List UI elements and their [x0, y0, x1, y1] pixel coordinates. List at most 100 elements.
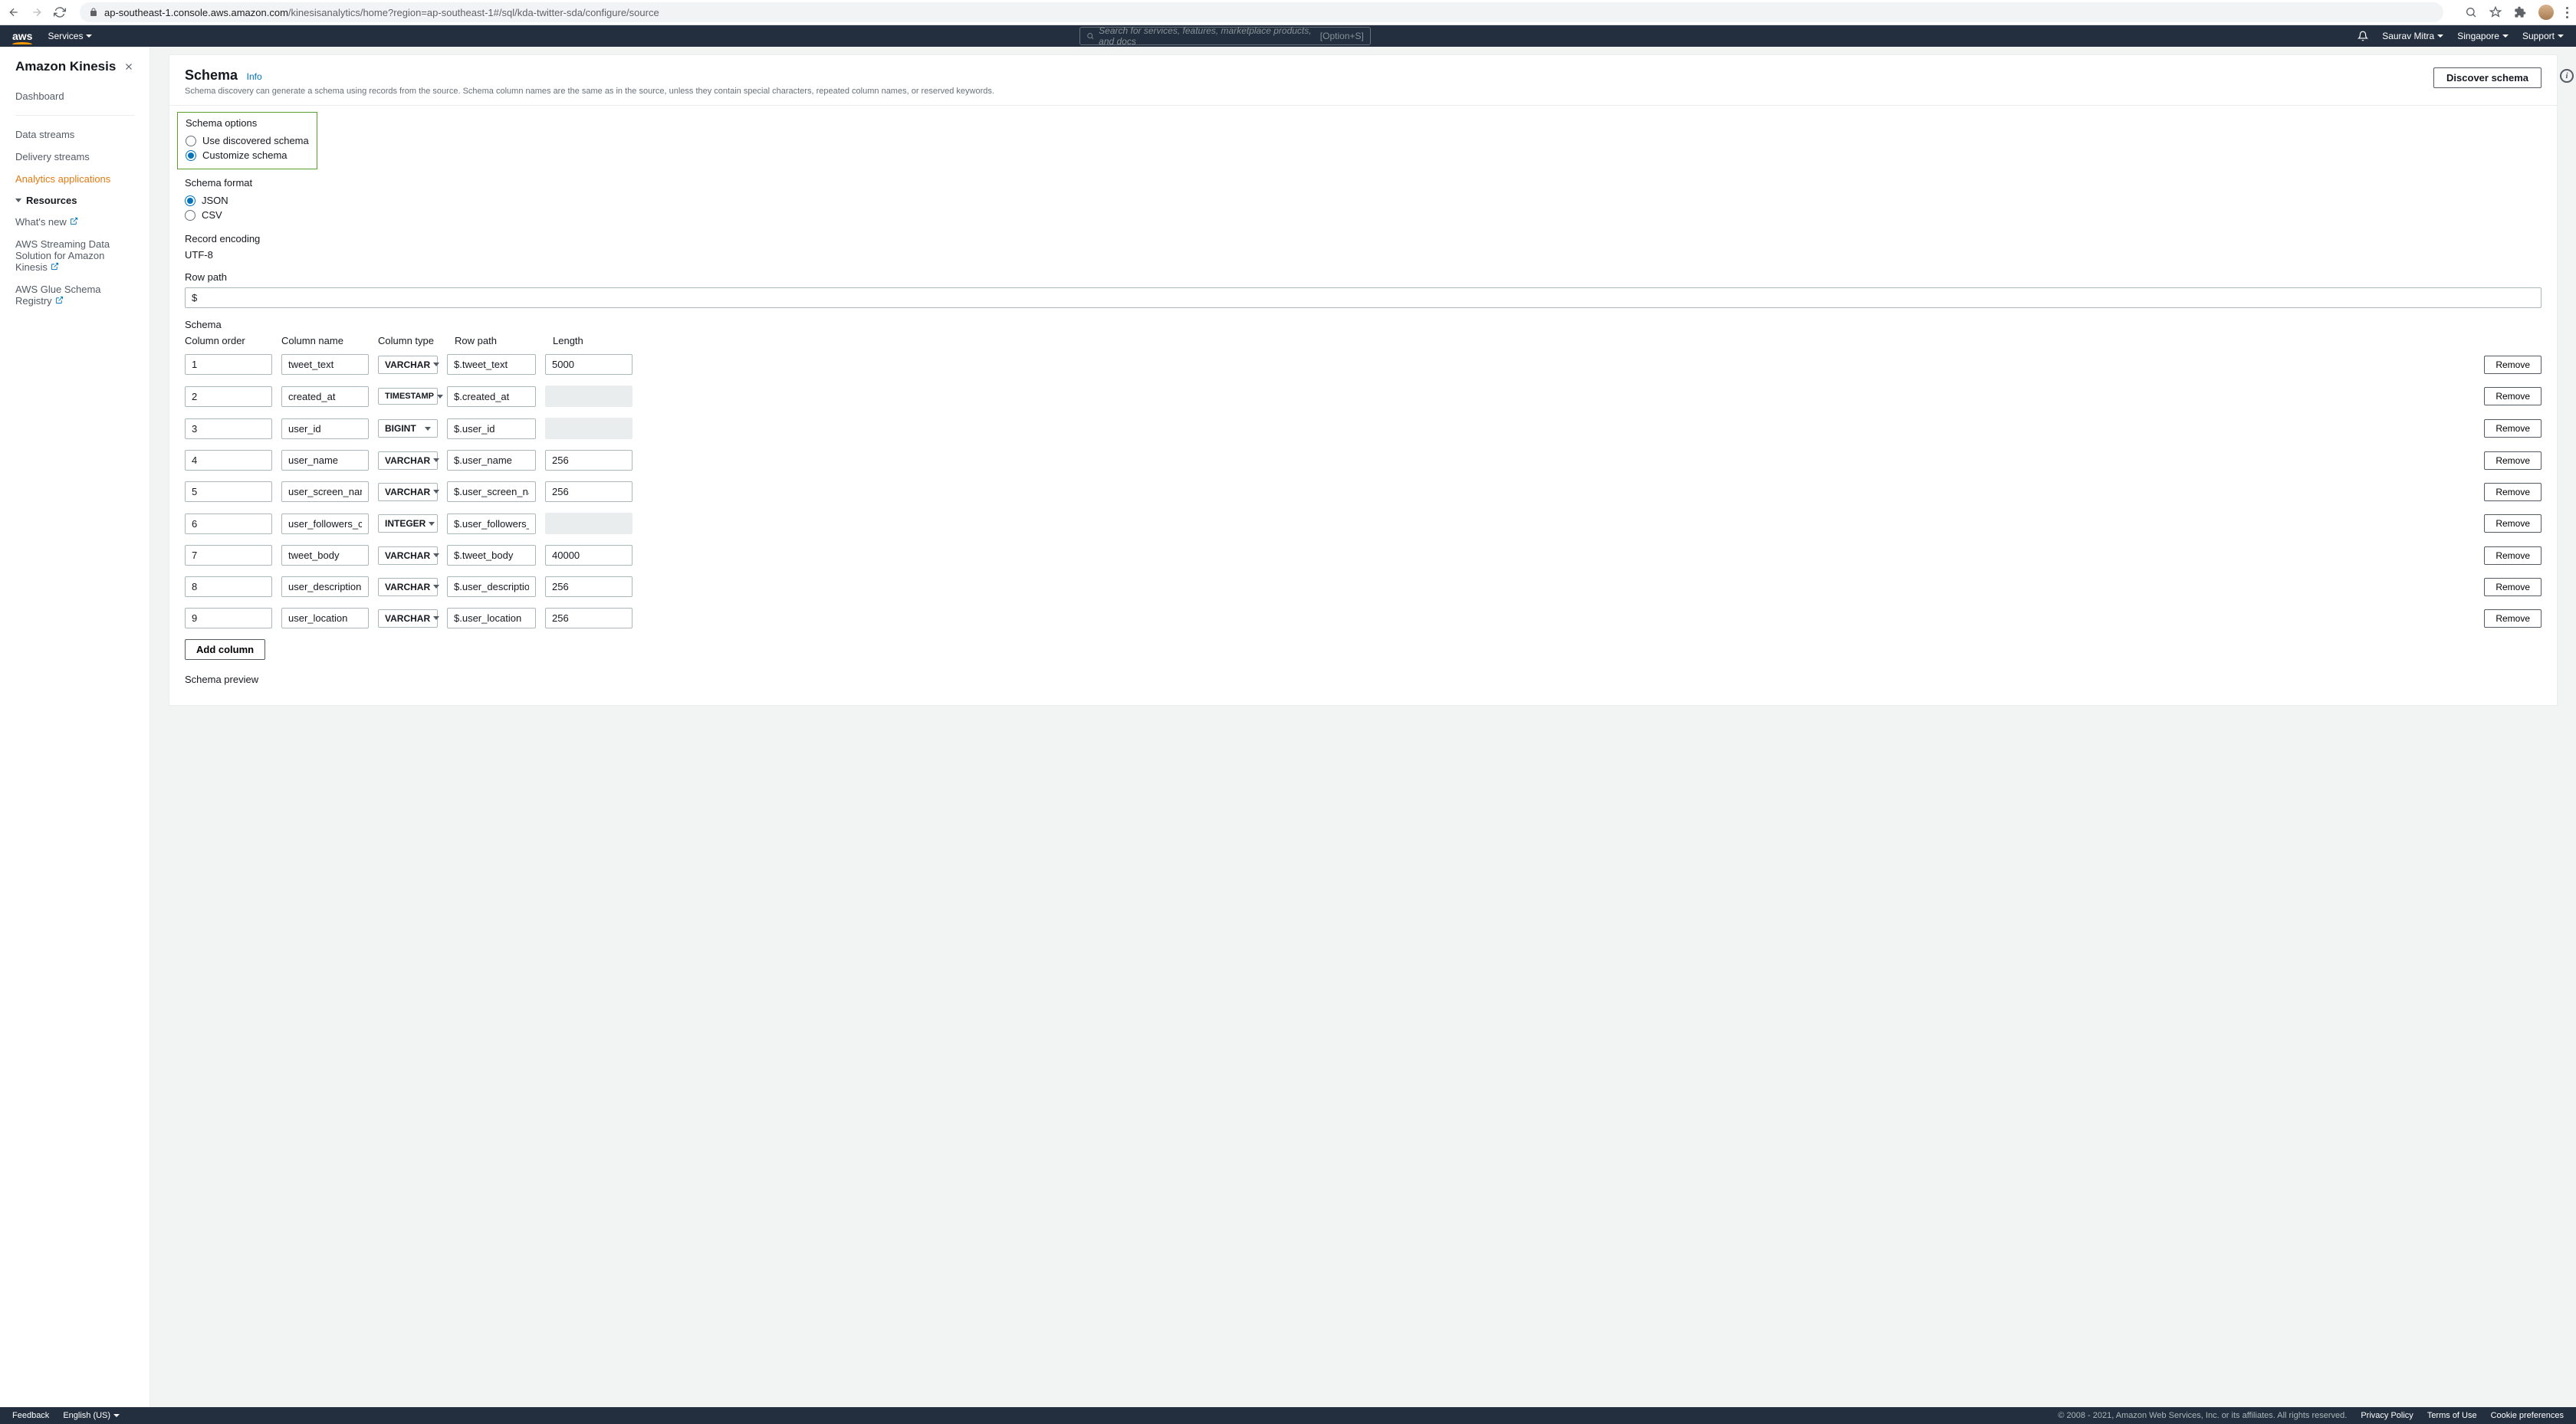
user-menu[interactable]: Saurav Mitra — [2382, 31, 2443, 41]
column-name-input[interactable] — [281, 545, 369, 566]
schema-row: TIMESTAMP Remove — [185, 386, 2542, 407]
column-type-select[interactable]: VARCHAR — [378, 483, 438, 501]
column-path-input[interactable] — [447, 418, 536, 439]
remove-button[interactable]: Remove — [2484, 387, 2542, 405]
column-name-input[interactable] — [281, 418, 369, 439]
column-type-select[interactable]: VARCHAR — [378, 451, 438, 470]
remove-button[interactable]: Remove — [2484, 546, 2542, 565]
schema-preview-label: Schema preview — [185, 674, 2542, 685]
column-order-input[interactable] — [185, 513, 272, 534]
column-order-input[interactable] — [185, 450, 272, 471]
column-order-input[interactable] — [185, 608, 272, 628]
column-order-input[interactable] — [185, 418, 272, 439]
menu-dots-icon[interactable] — [2566, 7, 2568, 18]
column-type-select[interactable]: VARCHAR — [378, 546, 438, 565]
column-type-select[interactable]: TIMESTAMP — [378, 388, 438, 405]
remove-button[interactable]: Remove — [2484, 419, 2542, 438]
remove-button[interactable]: Remove — [2484, 483, 2542, 501]
row-path-input[interactable] — [185, 287, 2542, 308]
column-name-input[interactable] — [281, 450, 369, 471]
column-order-input[interactable] — [185, 354, 272, 375]
info-link[interactable]: Info — [247, 71, 262, 82]
column-name-input[interactable] — [281, 354, 369, 375]
search-icon — [1086, 31, 1094, 41]
cookies-link[interactable]: Cookie preferences — [2491, 1411, 2564, 1420]
extensions-icon[interactable] — [2514, 6, 2526, 18]
info-icon[interactable]: i — [2560, 69, 2574, 83]
sidebar-item-streaming-solution[interactable]: AWS Streaming Data Solution for Amazon K… — [0, 233, 150, 278]
column-path-input[interactable] — [447, 450, 536, 471]
radio-customize-schema[interactable]: Customize schema — [186, 148, 309, 162]
search-input[interactable]: Search for services, features, marketpla… — [1079, 27, 1371, 45]
back-icon[interactable] — [8, 6, 20, 18]
omnibox-search-icon[interactable] — [2465, 6, 2477, 18]
column-path-input[interactable] — [447, 608, 536, 628]
schema-row: VARCHAR Remove — [185, 608, 2542, 628]
language-menu[interactable]: English (US) — [63, 1411, 120, 1420]
length-input[interactable] — [545, 481, 632, 502]
column-path-input[interactable] — [447, 354, 536, 375]
column-order-input[interactable] — [185, 481, 272, 502]
sidebar-group-resources[interactable]: Resources — [0, 190, 150, 211]
column-type-select[interactable]: VARCHAR — [378, 578, 438, 596]
region-menu[interactable]: Singapore — [2457, 31, 2509, 41]
remove-button[interactable]: Remove — [2484, 609, 2542, 628]
remove-button[interactable]: Remove — [2484, 451, 2542, 470]
sidebar-item-data-streams[interactable]: Data streams — [0, 123, 150, 146]
remove-button[interactable]: Remove — [2484, 578, 2542, 596]
sidebar-item-dashboard[interactable]: Dashboard — [0, 85, 150, 107]
column-order-input[interactable] — [185, 386, 272, 407]
column-path-input[interactable] — [447, 513, 536, 534]
close-icon[interactable] — [123, 61, 134, 72]
length-input[interactable] — [545, 354, 632, 375]
discover-schema-button[interactable]: Discover schema — [2433, 67, 2542, 88]
length-input[interactable] — [545, 608, 632, 628]
column-path-input[interactable] — [447, 576, 536, 597]
privacy-link[interactable]: Privacy Policy — [2361, 1411, 2413, 1420]
sidebar-item-glue-registry[interactable]: AWS Glue Schema Registry — [0, 278, 150, 312]
column-path-input[interactable] — [447, 545, 536, 566]
panel-desc: Schema discovery can generate a schema u… — [185, 87, 994, 96]
url-bar[interactable]: ap-southeast-1.console.aws.amazon.com/ki… — [80, 2, 2443, 22]
column-type-select[interactable]: INTEGER — [378, 514, 438, 533]
sidebar-item-delivery-streams[interactable]: Delivery streams — [0, 146, 150, 168]
column-path-input[interactable] — [447, 386, 536, 407]
sidebar-item-analytics[interactable]: Analytics applications — [0, 168, 150, 190]
feedback-link[interactable]: Feedback — [12, 1411, 49, 1420]
length-input[interactable] — [545, 545, 632, 566]
column-name-input[interactable] — [281, 576, 369, 597]
browser-bar: ap-southeast-1.console.aws.amazon.com/ki… — [0, 0, 2576, 25]
column-order-input[interactable] — [185, 545, 272, 566]
radio-csv[interactable]: CSV — [185, 208, 2542, 222]
length-input[interactable] — [545, 450, 632, 471]
column-path-input[interactable] — [447, 481, 536, 502]
forward-icon[interactable] — [31, 6, 43, 18]
column-type-select[interactable]: BIGINT — [378, 419, 438, 438]
column-name-input[interactable] — [281, 481, 369, 502]
profile-avatar[interactable] — [2538, 5, 2554, 20]
radio-json[interactable]: JSON — [185, 193, 2542, 208]
column-name-input[interactable] — [281, 608, 369, 628]
schema-options-label: Schema options — [186, 117, 309, 129]
reload-icon[interactable] — [54, 6, 66, 18]
notifications-icon[interactable] — [2358, 31, 2368, 41]
column-type-select[interactable]: VARCHAR — [378, 609, 438, 628]
column-type-select[interactable]: VARCHAR — [378, 356, 438, 374]
column-name-input[interactable] — [281, 386, 369, 407]
external-link-icon — [55, 296, 64, 304]
terms-link[interactable]: Terms of Use — [2427, 1411, 2477, 1420]
record-encoding-value: UTF-8 — [185, 249, 2542, 261]
aws-logo[interactable]: aws — [12, 30, 32, 42]
sidebar-item-whats-new[interactable]: What's new — [0, 211, 150, 233]
services-menu[interactable]: Services — [48, 31, 92, 41]
length-input[interactable] — [545, 576, 632, 597]
column-name-input[interactable] — [281, 513, 369, 534]
copyright: © 2008 - 2021, Amazon Web Services, Inc.… — [2058, 1411, 2347, 1420]
radio-discovered-schema[interactable]: Use discovered schema — [186, 133, 309, 148]
column-order-input[interactable] — [185, 576, 272, 597]
remove-button[interactable]: Remove — [2484, 356, 2542, 374]
support-menu[interactable]: Support — [2522, 31, 2564, 41]
star-icon[interactable] — [2489, 6, 2502, 18]
remove-button[interactable]: Remove — [2484, 514, 2542, 533]
add-column-button[interactable]: Add column — [185, 639, 265, 660]
